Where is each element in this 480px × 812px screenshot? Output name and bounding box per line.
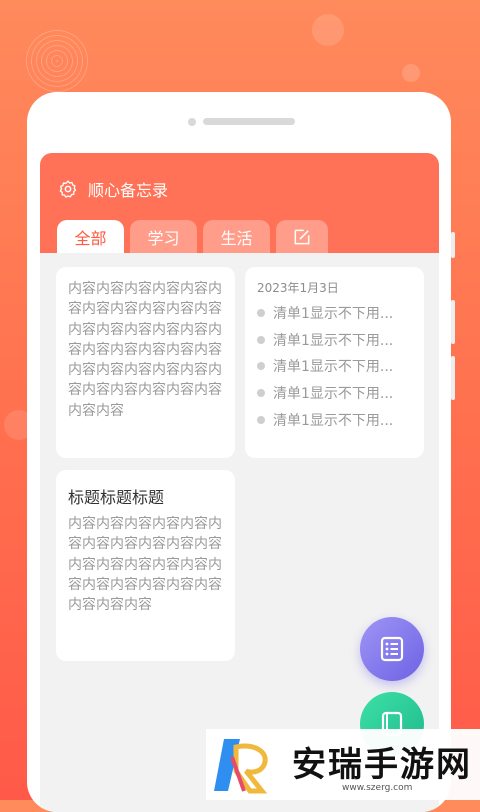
- watermark-name: 安瑞手游网: [292, 745, 472, 785]
- note-body: 内容内容内容内容内容内容内容内容内容内容内容内容内容内容内容内容内容内容内容内容…: [68, 516, 222, 614]
- phone-side-button: [451, 232, 455, 258]
- note-card[interactable]: 内容内容内容内容内容内容内容内容内容内容内容内容内容内容内容内容内容内容内容内容…: [56, 267, 235, 458]
- bullet-dot: [257, 389, 265, 398]
- bullet-dot: [257, 335, 265, 344]
- gear-icon[interactable]: [58, 179, 78, 199]
- note-body: 内容内容内容内容内容内容内容内容内容内容内容内容内容内容内容内容内容内容内容内容…: [68, 281, 222, 419]
- bullet-dot: [257, 415, 265, 424]
- checklist-item-text: 清单1显示不下用...: [273, 359, 394, 376]
- tab-life[interactable]: 生活: [203, 220, 270, 253]
- list-view-button[interactable]: [360, 617, 424, 681]
- app-screen: 顺心备忘录 全部 学习 生活 内容内容内容内容内容内容内容内容内容内容内容内容内…: [40, 153, 439, 812]
- app-title: 顺心备忘录: [88, 181, 169, 200]
- list-icon: [380, 636, 404, 662]
- checklist-item-text: 清单1显示不下用...: [273, 386, 394, 403]
- watermark-logo: [214, 739, 268, 794]
- tab-all[interactable]: 全部: [57, 220, 124, 253]
- tab-study[interactable]: 学习: [130, 220, 197, 253]
- checklist-item-text: 清单1显示不下用...: [273, 306, 394, 323]
- checklist-item-text: 清单1显示不下用...: [273, 412, 394, 429]
- background-dot-decoration: [402, 64, 420, 82]
- app-title-row: 顺心备忘录: [58, 177, 168, 201]
- background-dot-decoration: [312, 14, 344, 46]
- watermark-url: www.szerg.com: [342, 783, 413, 793]
- phone-camera: [188, 118, 196, 126]
- header-bar: 顺心备忘录 全部 学习 生活: [40, 153, 439, 253]
- bullet-dot: [257, 309, 265, 318]
- checklist-item: 清单1显示不下用...: [257, 327, 424, 354]
- bullet-dot: [257, 362, 265, 371]
- phone-speaker: [203, 118, 295, 125]
- phone-frame: 顺心备忘录 全部 学习 生活 内容内容内容内容内容内容内容内容内容内容内容内容内…: [27, 92, 451, 812]
- titled-note-card[interactable]: 标题标题标题 内容内容内容内容内容内容内容内容内容内容内容内容内容内容内容内容内…: [56, 470, 235, 661]
- background-ring-decoration: [26, 30, 88, 92]
- checklist-card[interactable]: 2023年1月3日 清单1显示不下用... 清单1显示不下用... 清单1显示不…: [245, 267, 424, 458]
- checklist-item: 清单1显示不下用...: [257, 300, 424, 327]
- phone-side-button: [451, 356, 455, 400]
- checklist-item: 清单1显示不下用...: [257, 380, 424, 407]
- note-title: 标题标题标题: [68, 488, 165, 507]
- checklist-item: 清单1显示不下用...: [257, 353, 424, 380]
- checklist-item-text: 清单1显示不下用...: [273, 332, 394, 349]
- checklist-item: 清单1显示不下用...: [257, 406, 424, 433]
- tab-edit[interactable]: [276, 220, 328, 253]
- checklist-items: 清单1显示不下用... 清单1显示不下用... 清单1显示不下用... 清单1显…: [245, 300, 424, 433]
- phone-side-button: [451, 300, 455, 344]
- edit-icon: [294, 229, 310, 244]
- category-tabs: 全部 学习 生活: [57, 220, 334, 253]
- checklist-date: 2023年1月3日: [257, 281, 339, 295]
- watermark-banner: 安瑞手游网 www.szerg.com: [206, 729, 480, 800]
